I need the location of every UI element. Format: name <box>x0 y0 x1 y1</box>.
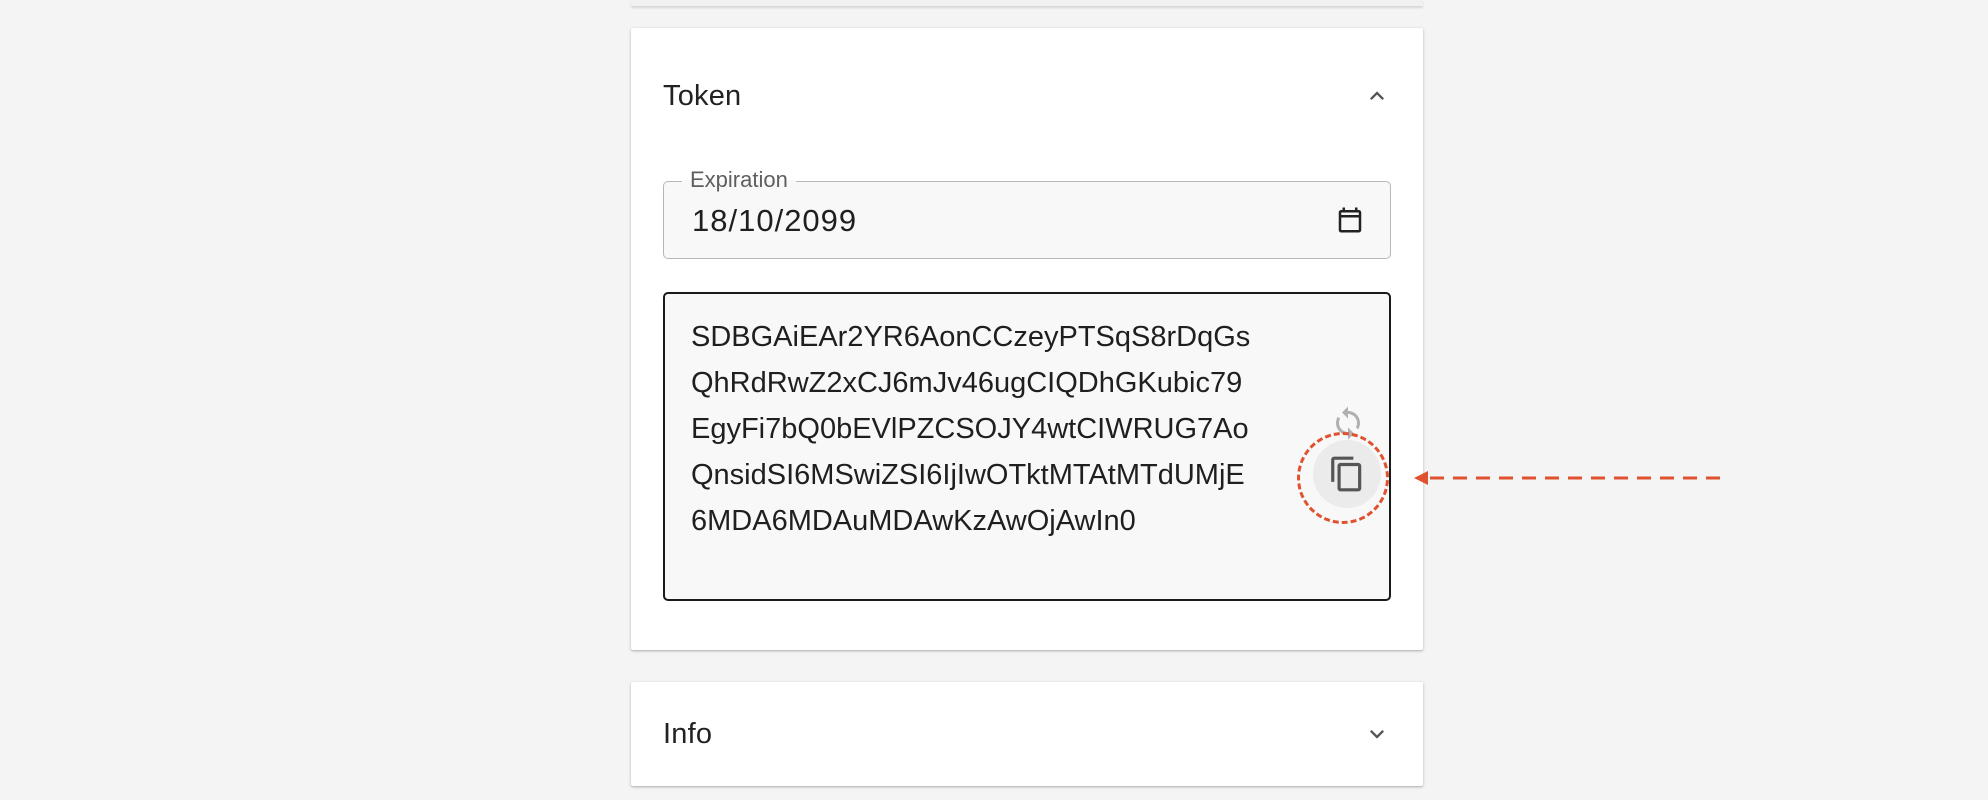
token-line: EgyFi7bQ0bEVlPZCSOJY4wtCIWRUG7Ao <box>691 413 1249 445</box>
previous-panel-edge <box>631 0 1423 6</box>
chevron-down-icon[interactable] <box>1355 712 1399 756</box>
annotation-arrow <box>1414 471 1724 485</box>
token-panel: Token Expiration 18/10/2099 SDBGAiEAr2YR… <box>631 28 1423 650</box>
calendar-icon[interactable] <box>1332 202 1368 238</box>
copy-button[interactable] <box>1313 440 1381 508</box>
token-line: SDBGAiEAr2YR6AonCCzeyPTSqS8rDqGs <box>691 321 1251 353</box>
expiration-label: Expiration <box>682 167 796 193</box>
token-textarea[interactable]: SDBGAiEAr2YR6AonCCzeyPTSqS8rDqGs QhRdRwZ… <box>663 292 1391 601</box>
token-panel-title: Token <box>663 79 742 112</box>
info-panel-title: Info <box>663 717 713 750</box>
expiration-field[interactable]: Expiration 18/10/2099 <box>663 167 1391 259</box>
expiration-value[interactable]: 18/10/2099 <box>692 203 857 239</box>
token-line: 6MDA6MDAuMDAwKzAwOjAwIn0 <box>691 505 1136 537</box>
copy-icon <box>1328 455 1366 493</box>
page: Token Expiration 18/10/2099 SDBGAiEAr2YR… <box>0 0 1988 800</box>
token-panel-header[interactable]: Token <box>663 66 1391 126</box>
token-line: QhRdRwZ2xCJ6mJv46ugCIQDhGKubic79 <box>691 367 1243 399</box>
refresh-icon[interactable] <box>1327 402 1369 444</box>
token-line: QnsidSI6MSwiZSI6IjIwOTktMTAtMTdUMjE <box>691 459 1245 491</box>
info-panel-header[interactable]: Info <box>663 704 1391 764</box>
chevron-up-icon[interactable] <box>1355 74 1399 118</box>
token-text[interactable]: SDBGAiEAr2YR6AonCCzeyPTSqS8rDqGs QhRdRwZ… <box>691 314 1301 544</box>
info-panel: Info <box>631 682 1423 786</box>
